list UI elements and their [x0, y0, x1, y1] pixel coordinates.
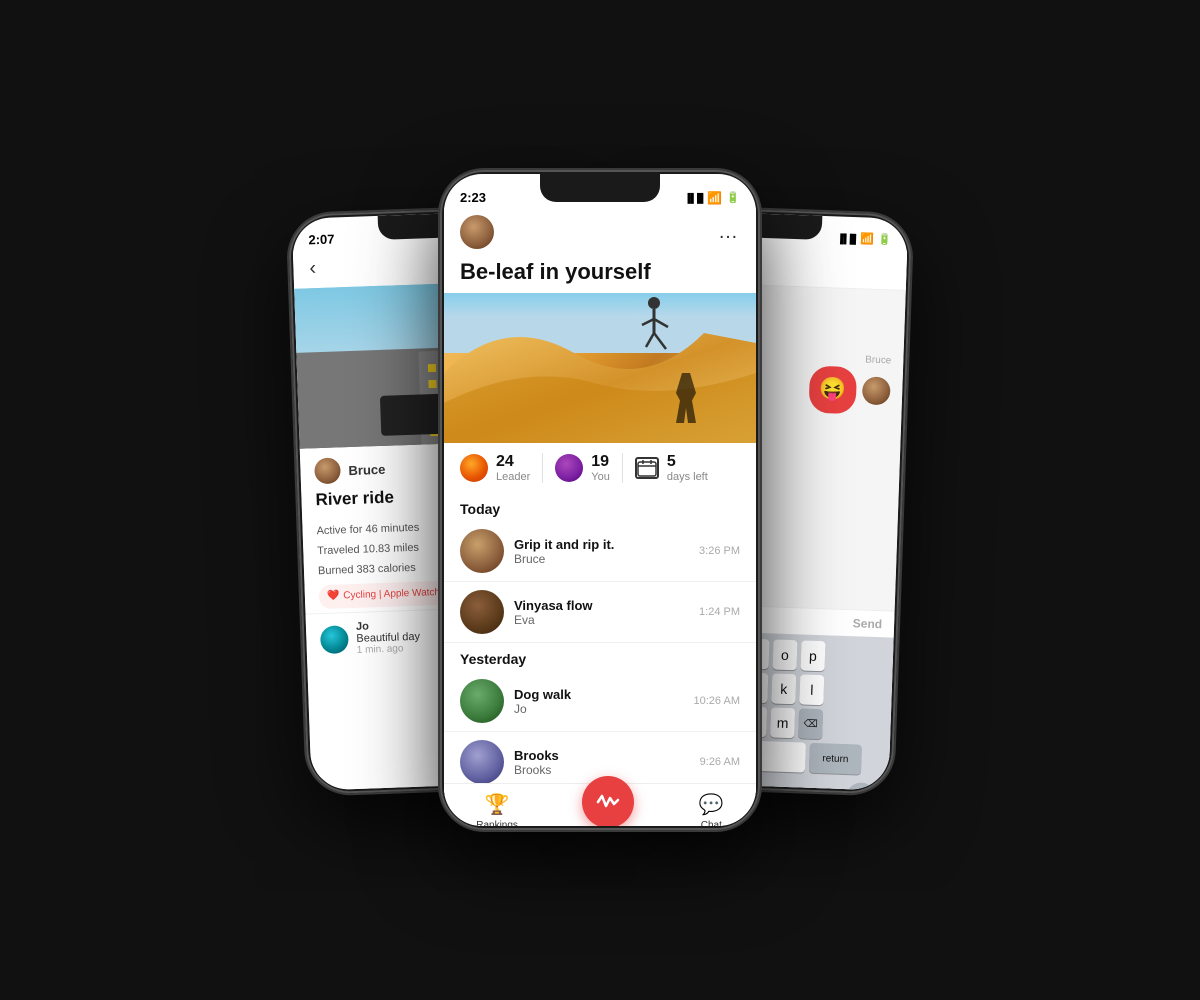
phones-container: 2:07 ▐▌█ 📶 🔋 ‹: [150, 50, 1050, 950]
activity-time-4: 9:26 AM: [700, 756, 740, 768]
you-number: 19: [591, 453, 610, 471]
leader-info: 24 Leader: [496, 453, 530, 483]
status-icons-right: ▐▌█ 📶 🔋: [837, 231, 892, 246]
activity-time-3: 10:26 AM: [694, 695, 740, 707]
stats-row: 24 Leader 19 You: [444, 443, 756, 493]
badge-text: Cycling | Apple Watch: [343, 584, 440, 605]
activity-badge: ❤️ Cycling | Apple Watch: [319, 581, 449, 609]
signal-icon-center: ▐▌█: [684, 193, 703, 203]
activity-user-4: Brooks: [514, 763, 690, 777]
activity-name-4: Brooks: [514, 748, 690, 763]
stat-divider-2: [622, 453, 623, 483]
more-menu-button[interactable]: …: [718, 221, 740, 244]
mic-button[interactable]: 🎤: [846, 782, 877, 790]
signal-icon-right: ▐▌█: [837, 233, 856, 244]
challenge-hero-image: [444, 293, 756, 443]
avatar-bruce-left: [314, 457, 341, 484]
hero-sand-dunes: [444, 293, 756, 443]
wifi-icon-center: 📶: [707, 191, 722, 205]
comment-time: 1 min. ago: [357, 643, 421, 656]
avatar-jo: [460, 679, 504, 723]
activity-item-1[interactable]: Grip it and rip it. Bruce 3:26 PM: [444, 521, 756, 582]
chat-label: Chat: [701, 820, 722, 826]
days-number: 5: [667, 453, 708, 471]
avatar-bruce-chat: [862, 377, 891, 406]
tab-bar-center: 🏆 Rankings 💬 Chat: [444, 783, 756, 826]
user-name-left: Bruce: [348, 461, 385, 477]
activity-user-2: Eva: [514, 613, 689, 627]
battery-icon-right: 🔋: [878, 233, 892, 246]
phone-center: 2:23 ▐▌█ 📶 🔋 … Be-leaf in yourself: [440, 170, 760, 830]
fab-activity-button[interactable]: [582, 776, 634, 827]
msg-bruce-wrapper: Bruce 😝: [808, 352, 891, 415]
yesterday-section-title: Yesterday: [444, 643, 756, 671]
activity-time-1: 3:26 PM: [699, 545, 740, 557]
key-l[interactable]: l: [799, 674, 824, 705]
notch-center: [540, 174, 660, 202]
avatar-leader: [460, 454, 488, 482]
heart-icon: ❤️: [327, 588, 340, 606]
key-k[interactable]: k: [771, 673, 796, 704]
key-p[interactable]: p: [800, 640, 825, 671]
avatar-jo: [320, 625, 349, 654]
avatar-you: [555, 454, 583, 482]
status-icons-center: ▐▌█ 📶 🔋: [684, 191, 740, 205]
challenge-title: Be-leaf in yourself: [444, 255, 756, 293]
activity-info-1: Grip it and rip it. Bruce: [514, 537, 689, 566]
leader-stat: 24 Leader: [460, 453, 530, 483]
activity-item-3[interactable]: Dog walk Jo 10:26 AM: [444, 671, 756, 732]
avatar-eva: [460, 590, 504, 634]
calendar-icon: [635, 457, 659, 479]
phone-center-inner: 2:23 ▐▌█ 📶 🔋 … Be-leaf in yourself: [444, 174, 756, 826]
commenter-name: Jo: [356, 621, 369, 633]
you-stat: 19 You: [555, 453, 610, 483]
challenge-screen: … Be-leaf in yourself: [444, 207, 756, 826]
days-info: 5 days left: [667, 453, 708, 483]
key-delete[interactable]: ⌫: [798, 708, 823, 739]
msg-emoji-row: 😝: [808, 365, 891, 415]
stat-divider-1: [542, 453, 543, 483]
activity-item-2[interactable]: Vinyasa flow Eva 1:24 PM: [444, 582, 756, 643]
avatar-center-header: [460, 215, 494, 249]
key-m[interactable]: m: [770, 707, 795, 738]
tab-rankings[interactable]: 🏆 Rankings: [476, 792, 518, 826]
challenge-header: …: [444, 207, 756, 255]
comment-content: Jo Beautiful day 1 min. ago: [356, 619, 421, 656]
time-left: 2:07: [308, 231, 335, 247]
activity-info-2: Vinyasa flow Eva: [514, 598, 689, 627]
send-button[interactable]: Send: [853, 616, 883, 631]
key-o[interactable]: o: [772, 639, 797, 670]
you-info: 19 You: [591, 453, 610, 483]
days-stat: 5 days left: [635, 453, 708, 483]
activity-list-today: Grip it and rip it. Bruce 3:26 PM Vinyas…: [444, 521, 756, 783]
activity-user-3: Jo: [514, 702, 684, 716]
activity-info-3: Dog walk Jo: [514, 687, 684, 716]
msg-sender-label: Bruce: [865, 354, 891, 366]
days-label: days left: [667, 471, 708, 483]
wifi-icon-right: 📶: [860, 232, 874, 245]
activity-item-4[interactable]: Brooks Brooks 9:26 AM: [444, 732, 756, 783]
activity-name-1: Grip it and rip it.: [514, 537, 689, 552]
activity-name-2: Vinyasa flow: [514, 598, 689, 613]
today-section-title: Today: [444, 493, 756, 521]
battery-icon-center: 🔋: [726, 191, 740, 204]
key-return[interactable]: return: [809, 743, 862, 775]
activity-user-1: Bruce: [514, 552, 689, 566]
chat-icon: 💬: [699, 792, 724, 817]
leader-label: Leader: [496, 471, 530, 483]
time-center: 2:23: [460, 190, 486, 205]
tab-chat[interactable]: 💬 Chat: [699, 792, 724, 826]
activity-info-4: Brooks Brooks: [514, 748, 690, 777]
msg-emoji-bubble: 😝: [808, 365, 857, 413]
leader-number: 24: [496, 453, 530, 471]
rankings-label: Rankings: [476, 820, 518, 826]
dune-svg: [444, 293, 756, 443]
you-label: You: [591, 471, 610, 483]
rankings-icon: 🏆: [485, 792, 510, 817]
activity-time-2: 1:24 PM: [699, 606, 740, 618]
activity-name-3: Dog walk: [514, 687, 684, 702]
activity-icon: [596, 790, 620, 814]
avatar-brooks: [460, 740, 504, 783]
avatar-bruce-activity: [460, 529, 504, 573]
